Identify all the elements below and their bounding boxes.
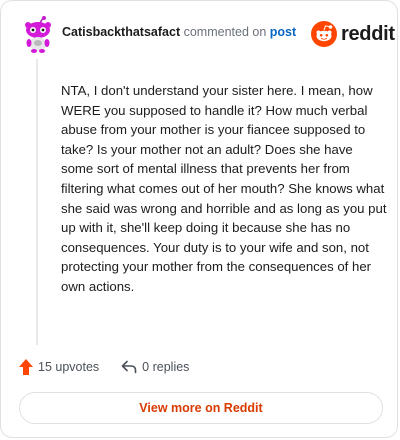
upvote-arrow-icon <box>19 359 33 375</box>
snoo-avatar-icon <box>25 16 51 53</box>
post-link[interactable]: post <box>270 25 296 39</box>
reddit-alien-icon <box>311 21 337 47</box>
reply-count: 0 replies <box>142 360 190 374</box>
upvote-count: 15 upvotes <box>38 360 100 374</box>
comment-body: NTA, I don't understand your sister here… <box>61 83 387 294</box>
reddit-logo[interactable]: reddit <box>311 21 395 47</box>
thread-line <box>36 59 38 345</box>
comment-header: Catisbackthatsafact commented on post <box>62 25 296 39</box>
commented-on-text: commented on <box>183 25 267 39</box>
reply-arrow-icon <box>121 360 137 374</box>
reply-button[interactable]: 0 replies <box>121 360 189 374</box>
comment-embed-card: Catisbackthatsafact commented on post re… <box>0 0 398 438</box>
reddit-wordmark: reddit <box>341 22 395 45</box>
user-avatar[interactable] <box>18 15 58 55</box>
upvote-button[interactable]: 15 upvotes <box>19 359 99 375</box>
view-more-button[interactable]: View more on Reddit <box>19 392 383 424</box>
comment-actions: 15 upvotes 0 replies <box>19 359 189 375</box>
username-link[interactable]: Catisbackthatsafact <box>62 25 180 39</box>
